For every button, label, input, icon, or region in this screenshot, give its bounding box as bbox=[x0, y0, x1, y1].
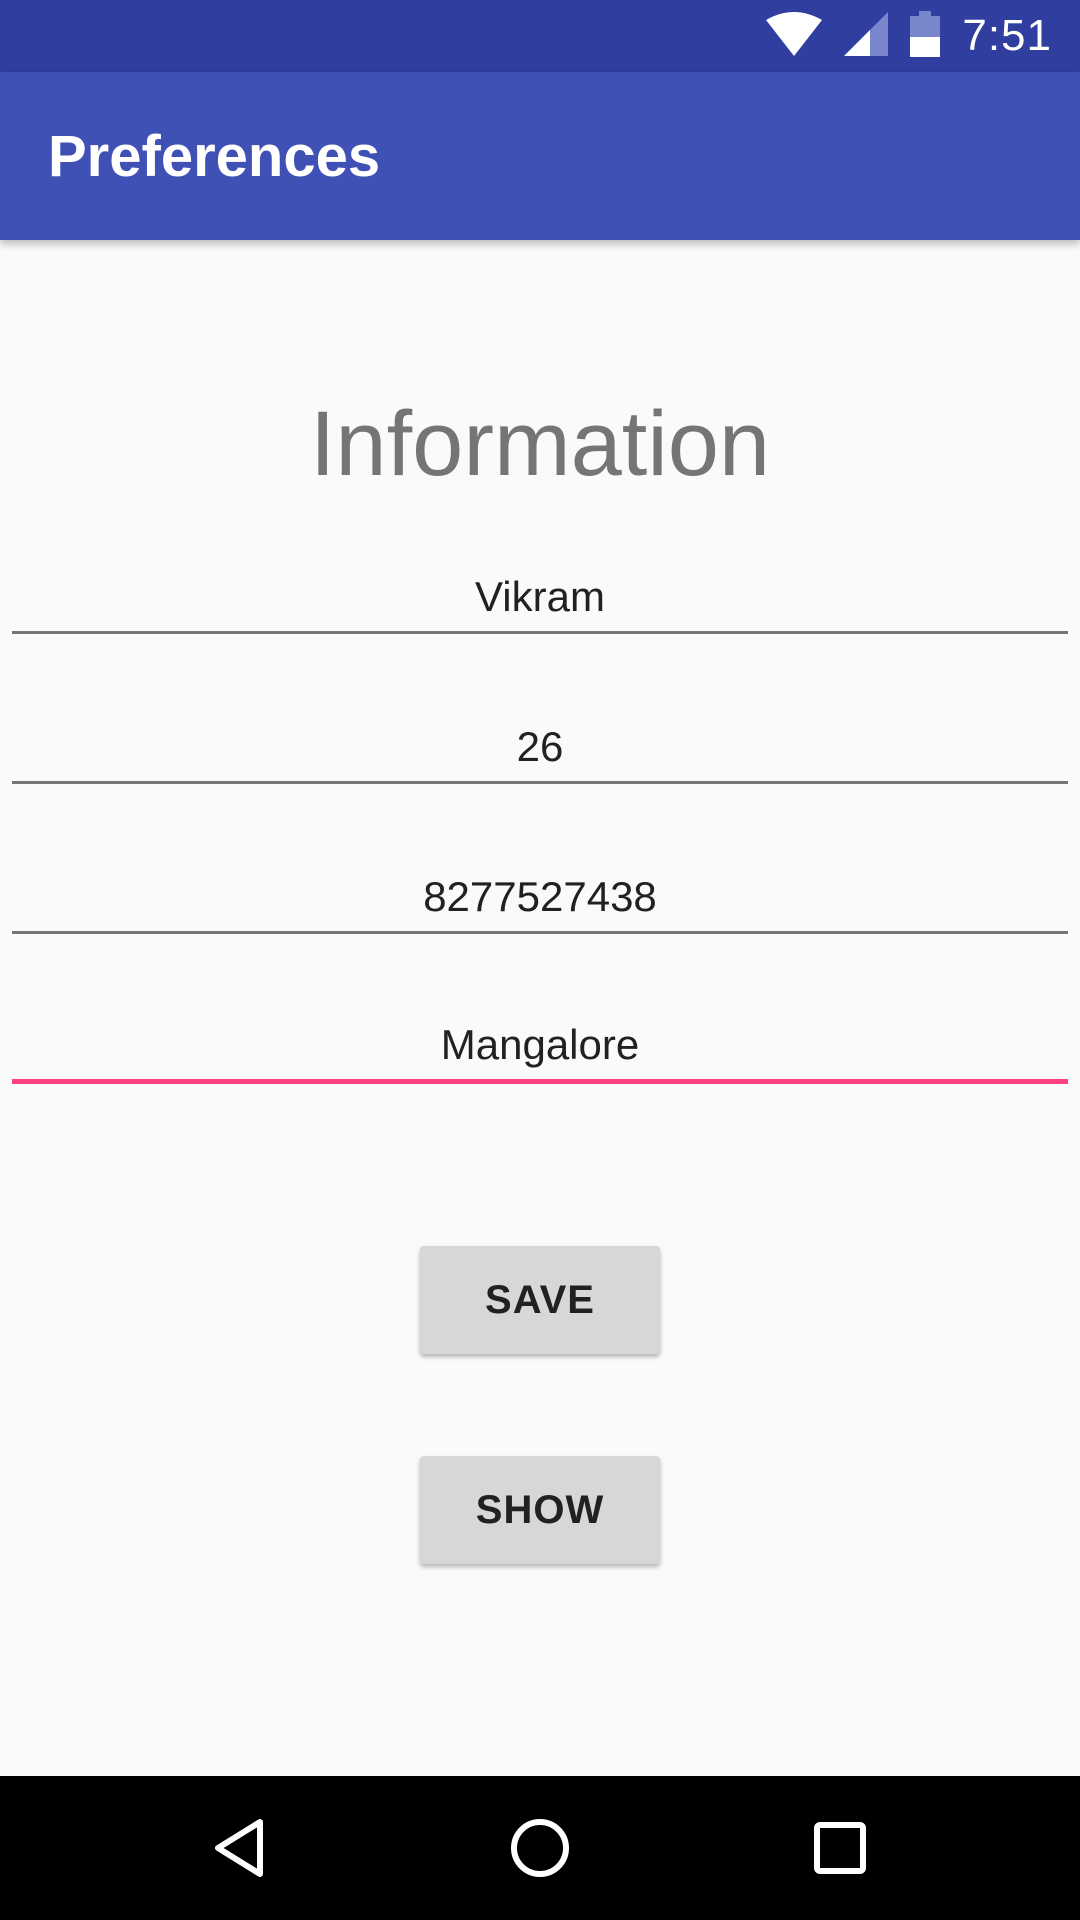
home-icon[interactable] bbox=[504, 1812, 576, 1884]
city-field[interactable]: Mangalore bbox=[12, 994, 1068, 1084]
status-time: 7:51 bbox=[962, 11, 1052, 60]
show-button[interactable]: SHOW bbox=[420, 1456, 660, 1564]
phone-field[interactable]: 8277527438 bbox=[12, 844, 1068, 934]
back-icon[interactable] bbox=[204, 1812, 276, 1884]
status-bar: 7:51 bbox=[0, 0, 1080, 72]
name-field-value: Vikram bbox=[475, 573, 605, 620]
age-field-value: 26 bbox=[516, 723, 564, 770]
navigation-bar bbox=[0, 1776, 1080, 1920]
recents-icon[interactable] bbox=[804, 1812, 876, 1884]
name-field[interactable]: Vikram bbox=[12, 544, 1068, 634]
app-bar: Preferences bbox=[0, 72, 1080, 240]
page-heading: Information bbox=[309, 393, 771, 495]
wifi-icon bbox=[766, 11, 823, 61]
app-title: Preferences bbox=[48, 123, 381, 189]
city-field-value: Mangalore bbox=[440, 1021, 640, 1068]
cellular-signal-icon bbox=[844, 11, 889, 61]
phone-field-value: 8277527438 bbox=[423, 873, 657, 920]
save-button[interactable]: SAVE bbox=[420, 1246, 660, 1354]
age-field[interactable]: 26 bbox=[12, 694, 1068, 784]
battery-icon bbox=[910, 10, 941, 62]
